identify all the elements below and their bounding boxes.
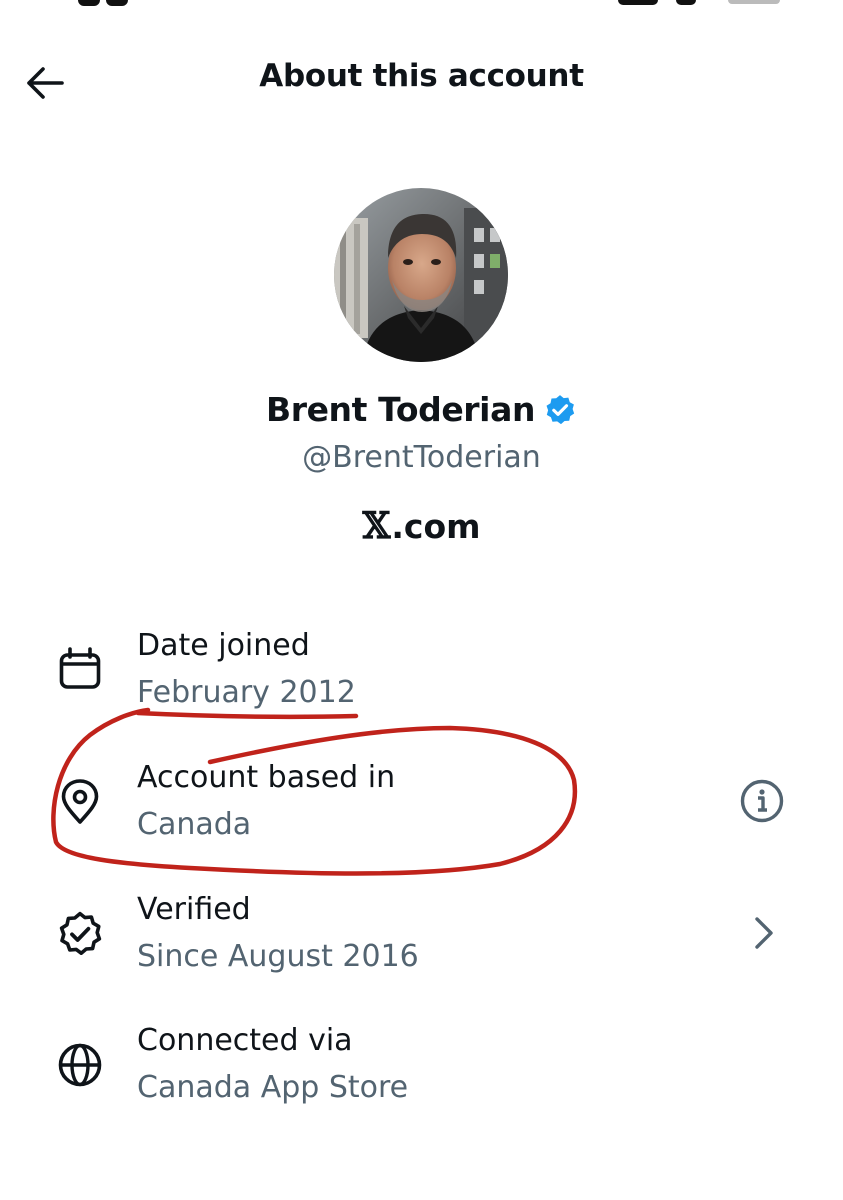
detail-row-date-joined: Date joined February 2012	[0, 620, 843, 730]
info-button[interactable]	[736, 775, 788, 827]
profile-photo	[334, 188, 508, 362]
profile-name: Brent Toderian	[265, 390, 536, 429]
verified-badge-icon	[546, 394, 575, 424]
detail-label: Account based in	[137, 760, 396, 795]
status-time-fragment	[106, 0, 128, 6]
calendar-icon	[52, 642, 108, 698]
detail-value: Since August 2016	[137, 939, 419, 974]
avatar	[334, 188, 508, 362]
detail-value: Canada	[137, 807, 252, 842]
x-logo: 𝕏	[362, 505, 391, 547]
platform-label: 𝕏 .com	[0, 505, 843, 547]
status-time-fragment	[78, 0, 100, 6]
chevron-button[interactable]	[738, 907, 790, 959]
chevron-right-icon	[755, 917, 773, 949]
info-icon	[740, 779, 784, 823]
status-bar	[0, 0, 843, 14]
detail-value: February 2012	[137, 675, 356, 710]
detail-value: Canada App Store	[137, 1070, 409, 1105]
battery-icon	[728, 0, 780, 4]
detail-row-account-based-in[interactable]: Account based in Canada	[0, 752, 843, 862]
profile-handle: @BrentToderian	[302, 440, 541, 475]
verified-check-icon	[52, 906, 108, 962]
detail-label: Verified	[137, 892, 251, 927]
page-title: About this account	[259, 58, 584, 94]
location-pin-icon	[52, 774, 108, 830]
detail-row-connected-via: Connected via Canada App Store	[0, 1015, 843, 1125]
globe-icon	[52, 1037, 108, 1093]
detail-row-verified[interactable]: Verified Since August 2016	[0, 884, 843, 994]
detail-label: Date joined	[137, 628, 310, 663]
profile-name-row: Brent Toderian	[0, 390, 843, 429]
platform-domain: .com	[391, 506, 481, 546]
wifi-icon	[676, 0, 696, 5]
signal-icon	[618, 0, 658, 5]
detail-label: Connected via	[137, 1023, 353, 1058]
